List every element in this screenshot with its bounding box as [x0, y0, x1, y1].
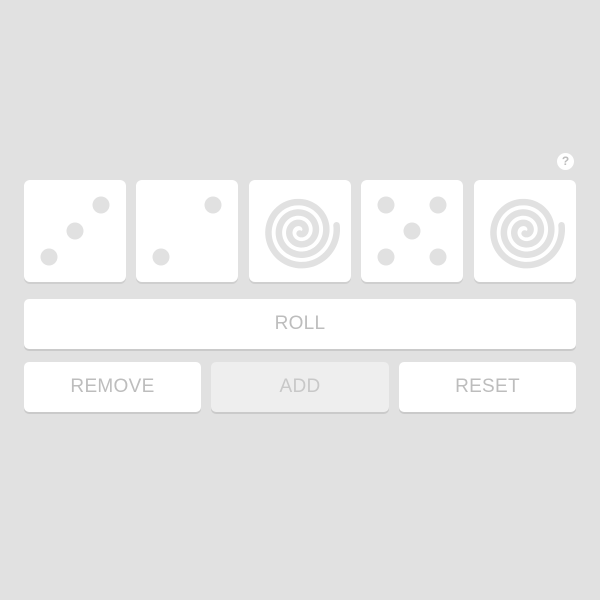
die-4[interactable]: [361, 180, 463, 282]
remove-button[interactable]: REMOVE: [24, 362, 201, 412]
die-2[interactable]: [136, 180, 238, 282]
help-icon[interactable]: ?: [557, 153, 574, 170]
die-1[interactable]: [24, 180, 126, 282]
spiral-icon: [265, 198, 341, 269]
reset-button[interactable]: RESET: [399, 362, 576, 412]
dice-game: ? ROLL REMOVE ADD RESET: [0, 0, 600, 600]
add-button[interactable]: ADD: [211, 362, 389, 412]
dice-row: [24, 180, 576, 282]
die-5[interactable]: [474, 180, 576, 282]
spiral-icon: [490, 198, 566, 269]
die-face-three: [40, 196, 110, 266]
die-face-two: [152, 196, 222, 266]
roll-button[interactable]: ROLL: [24, 299, 576, 349]
die-face-five: [377, 196, 447, 266]
die-3[interactable]: [249, 180, 351, 282]
